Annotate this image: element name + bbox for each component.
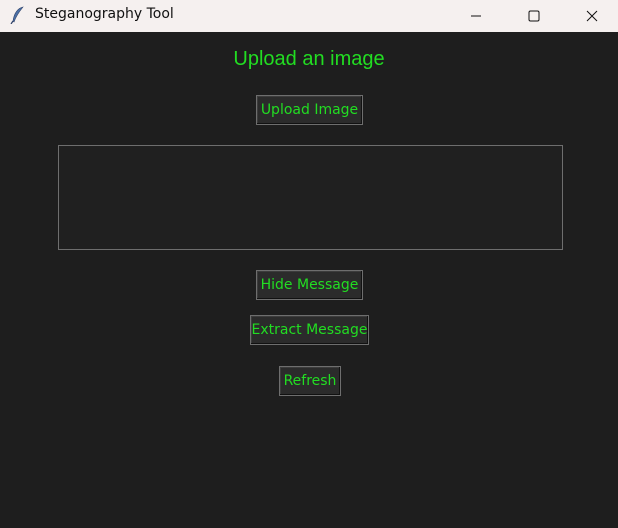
extract-message-button[interactable]: Extract Message <box>250 315 369 345</box>
minimize-button[interactable] <box>447 0 505 32</box>
page-heading: Upload an image <box>233 48 385 70</box>
hide-message-button[interactable]: Hide Message <box>256 270 363 300</box>
app-window: Steganography Tool Upload an image Uploa… <box>0 0 618 528</box>
upload-image-button[interactable]: Upload Image <box>256 95 363 125</box>
minimize-icon <box>470 7 482 26</box>
refresh-button[interactable]: Refresh <box>279 366 341 396</box>
message-textbox[interactable] <box>58 145 563 250</box>
title-bar[interactable]: Steganography Tool <box>0 0 618 32</box>
maximize-button[interactable] <box>505 0 563 32</box>
close-icon <box>586 7 598 26</box>
window-title: Steganography Tool <box>35 6 174 22</box>
feather-icon <box>10 6 26 25</box>
maximize-icon <box>528 7 540 26</box>
close-button[interactable] <box>563 0 618 32</box>
